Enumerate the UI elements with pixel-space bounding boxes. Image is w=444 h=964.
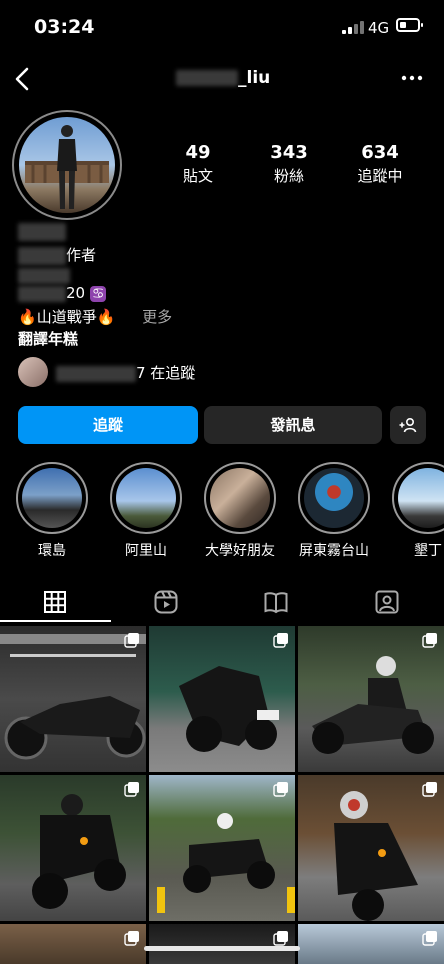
bio-line-tags: 🔥山道戰爭🔥 更多 (18, 306, 172, 327)
bio-line-1 (18, 222, 66, 241)
highlight-3[interactable]: 屏東霧台山 (298, 462, 370, 559)
highlight-image (210, 468, 270, 528)
chevron-left-icon[interactable] (8, 64, 38, 94)
bio-tag: 山道戰爭 (36, 308, 97, 326)
grid-post[interactable] (0, 626, 146, 772)
stat-followers[interactable]: 343 粉絲 (244, 142, 334, 186)
reels-icon[interactable] (152, 588, 180, 616)
stat-value: 343 (270, 142, 308, 163)
status-time: 03:24 (34, 16, 95, 38)
network-type: 4G (368, 19, 390, 37)
add-person-icon (399, 417, 417, 433)
bio-line-2: 作者 (18, 244, 96, 265)
highlight-image (116, 468, 176, 528)
follow-button[interactable]: 追蹤 (18, 406, 198, 444)
bio-line-3 (18, 266, 70, 284)
followed-by-text: 7 在追蹤 (136, 364, 196, 382)
cancer-zodiac-icon: ♋ (89, 286, 107, 302)
grid-post[interactable] (0, 924, 146, 964)
highlight-0[interactable]: 環島 (16, 462, 88, 559)
fire-icon: 🔥 (18, 308, 37, 326)
grid-post[interactable] (298, 626, 444, 772)
bio-line-5: 翻譯年糕 (18, 330, 79, 348)
bio-line-4: 20 ♋ (18, 284, 107, 302)
highlight-1[interactable]: 阿里山 (110, 462, 182, 559)
grid-post[interactable] (149, 775, 295, 921)
guide-icon[interactable] (262, 588, 290, 616)
stat-following[interactable]: 634 追蹤中 (335, 142, 425, 186)
follower-avatar[interactable] (18, 357, 48, 387)
stat-label: 粉絲 (273, 167, 304, 185)
stat-posts[interactable]: 49 貼文 (153, 142, 243, 186)
stat-label: 貼文 (182, 167, 213, 185)
multi-photo-icon (422, 632, 438, 648)
message-button[interactable]: 發訊息 (204, 406, 382, 444)
multi-photo-icon (422, 781, 438, 797)
multi-photo-icon (273, 781, 289, 797)
tagged-icon[interactable] (373, 588, 401, 616)
multi-photo-icon (273, 930, 289, 946)
highlight-2[interactable]: 大學好朋友 (204, 462, 276, 559)
highlight-image (22, 468, 82, 528)
signal-icon (342, 20, 364, 34)
avatar[interactable] (19, 117, 115, 213)
highlight-4[interactable]: 墾丁 (392, 462, 444, 559)
stat-label: 追蹤中 (357, 167, 403, 185)
username-suffix: _liu (238, 68, 271, 88)
profile-username: _liu (176, 68, 270, 88)
followed-by[interactable]: 7 在追蹤 (56, 362, 195, 383)
grid-post[interactable] (298, 924, 444, 964)
grid-icon[interactable] (41, 588, 69, 616)
grid-post[interactable] (149, 626, 295, 772)
more-link[interactable]: 更多 (142, 308, 172, 326)
multi-photo-icon (273, 632, 289, 648)
redacted-text (18, 246, 66, 265)
redacted-text (18, 267, 70, 284)
fire-icon: 🔥 (96, 308, 116, 326)
redacted-text (18, 285, 66, 302)
bio-author: 作者 (66, 246, 97, 264)
redacted-text (176, 70, 238, 86)
ellipsis-icon[interactable] (398, 66, 426, 90)
stat-value: 49 (185, 142, 211, 163)
battery-icon (396, 18, 423, 32)
multi-photo-icon (422, 930, 438, 946)
profile-tabs (0, 580, 444, 624)
active-tab-indicator (0, 620, 111, 622)
grid-post[interactable] (0, 775, 146, 921)
highlight-image (398, 468, 444, 528)
redacted-text (18, 222, 66, 241)
home-indicator[interactable] (144, 946, 300, 951)
highlight-label: 墾丁 (414, 543, 442, 559)
multi-photo-icon (124, 632, 140, 648)
status-bar: 03:24 4G (0, 0, 444, 56)
redacted-text (56, 365, 136, 382)
bio-number: 20 (66, 284, 86, 302)
multi-photo-icon (124, 930, 140, 946)
multi-photo-icon (124, 781, 140, 797)
profile-header: _liu (0, 56, 444, 102)
stat-value: 634 (361, 142, 399, 163)
grid-post[interactable] (298, 775, 444, 921)
highlight-image (304, 468, 364, 528)
add-person-button[interactable] (390, 406, 426, 444)
grid-post[interactable] (149, 924, 295, 964)
